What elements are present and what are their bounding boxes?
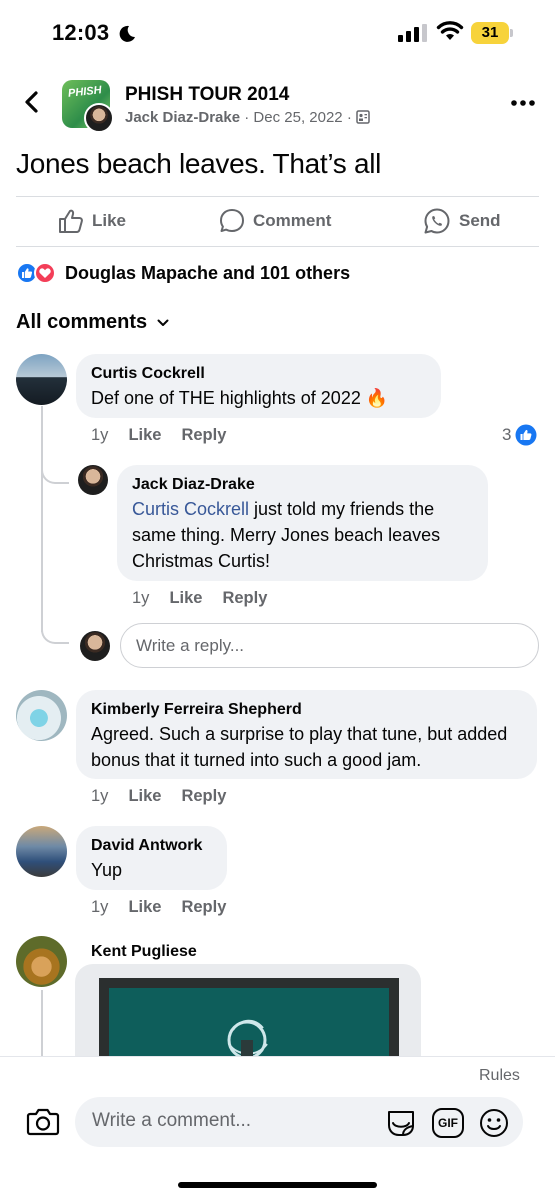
divider	[16, 246, 539, 247]
comment-actions: 1y Like Reply	[91, 426, 226, 445]
comment-sort-dropdown[interactable]: All comments	[16, 311, 169, 334]
send-label: Send	[459, 211, 501, 230]
send-whatsapp-button[interactable]: Send	[423, 206, 501, 236]
comment-icon	[220, 209, 244, 232]
more-options-icon[interactable]	[510, 96, 536, 110]
camera-icon[interactable]	[26, 1106, 60, 1136]
home-indicator[interactable]	[178, 1182, 377, 1188]
comment-actions: 1y Like Reply	[132, 589, 267, 608]
reactions-text: Douglas Mapache and 101 others	[65, 262, 351, 283]
like-button[interactable]: Like	[58, 206, 126, 236]
group-avatar-label: PHISH	[67, 84, 103, 100]
post-text: Jones beach leaves. That’s all	[16, 148, 382, 179]
reply-input[interactable]: Write a reply...	[120, 623, 539, 668]
reaction-count: 3	[502, 425, 512, 444]
post-author[interactable]: Jack Diaz-Drake	[125, 109, 240, 126]
group-name[interactable]: PHISH TOUR 2014	[125, 84, 289, 106]
post-date[interactable]: Dec 25, 2022	[253, 109, 342, 126]
cellular-signal-icon	[398, 24, 427, 42]
comment-like-button[interactable]: Like	[128, 898, 161, 917]
comment-reply-button[interactable]: Reply	[181, 898, 226, 917]
divider	[16, 196, 539, 197]
status-time: 12:03	[52, 20, 110, 45]
commenter-avatar[interactable]	[78, 465, 108, 495]
comment-timestamp[interactable]: 1y	[91, 787, 108, 806]
comment-like-button[interactable]: Like	[128, 787, 161, 806]
whatsapp-icon	[424, 208, 450, 234]
thread-connector	[41, 460, 69, 484]
commenter-avatar[interactable]	[16, 936, 67, 987]
moon-icon	[119, 25, 135, 42]
comment-input-placeholder: Write a comment...	[92, 1110, 252, 1131]
thread-connector	[41, 620, 69, 644]
comment-reply-button[interactable]: Reply	[181, 426, 226, 445]
like-label: Like	[92, 211, 127, 230]
thread-line	[41, 406, 43, 632]
commenter-avatar[interactable]	[16, 354, 67, 405]
gif-button[interactable]: GIF	[432, 1108, 464, 1138]
commenter-name[interactable]: David Antwork	[91, 835, 213, 857]
comment-timestamp[interactable]: 1y	[91, 426, 108, 445]
emoji-icon[interactable]	[479, 1108, 509, 1138]
commenter-name[interactable]: Curtis Cockrell	[91, 363, 427, 385]
comment-text: Agreed. Such a surprise to play that tun…	[91, 724, 508, 770]
comment-text: Def one of THE highlights of 2022 🔥	[91, 388, 389, 408]
sticker-icon[interactable]	[385, 1108, 417, 1138]
commenter-avatar[interactable]	[16, 826, 67, 877]
comment-button[interactable]: Comment	[219, 206, 331, 236]
comment-like-button[interactable]: Like	[128, 426, 161, 445]
comment-reply-button[interactable]: Reply	[181, 787, 226, 806]
comment-bubble: Jack Diaz-Drake Curtis Cockrell just tol…	[117, 465, 488, 581]
commenter-name[interactable]: Kent Pugliese	[91, 941, 197, 963]
thumbs-up-icon	[59, 209, 83, 233]
comment-text: Curtis Cockrell just told my friends the…	[132, 499, 441, 571]
back-button[interactable]	[18, 88, 46, 116]
comment-bubble: Curtis Cockrell Def one of THE highlight…	[76, 354, 441, 418]
commenter-name[interactable]: Kimberly Ferreira Shepherd	[91, 699, 523, 721]
gif-label: GIF	[438, 1116, 458, 1130]
current-user-avatar	[80, 631, 110, 661]
mention-link[interactable]: Curtis Cockrell	[132, 499, 249, 519]
comment-sort-label: All comments	[16, 311, 148, 333]
battery-indicator: 31	[471, 22, 513, 44]
wifi-icon	[436, 21, 464, 40]
comment-actions: 1y Like Reply	[91, 787, 226, 806]
comment-timestamp[interactable]: 1y	[132, 589, 149, 608]
comment-bubble: Kimberly Ferreira Shepherd Agreed. Such …	[76, 690, 537, 779]
like-reaction-icon	[515, 424, 537, 446]
commenter-name[interactable]: Jack Diaz-Drake	[132, 474, 474, 496]
battery-percentage: 31	[481, 24, 499, 41]
love-reaction-icon	[34, 262, 56, 284]
comment-actions: 1y Like Reply	[91, 898, 226, 917]
chevron-down-icon	[157, 319, 169, 326]
reaction-icons	[16, 262, 58, 284]
reactions-summary[interactable]: Douglas Mapache and 101 others	[16, 262, 350, 284]
comment-bubble: David Antwork Yup	[76, 826, 227, 890]
comment-reply-button[interactable]: Reply	[222, 589, 267, 608]
rules-link[interactable]: Rules	[479, 1067, 520, 1085]
group-privacy-icon	[356, 110, 370, 124]
thread-line	[41, 990, 43, 1056]
poster-avatar[interactable]	[84, 103, 114, 133]
comment-text: Yup	[91, 860, 123, 880]
comment-like-button[interactable]: Like	[169, 589, 202, 608]
comment-reaction-count[interactable]: 3	[502, 424, 537, 446]
comment-timestamp[interactable]: 1y	[91, 898, 108, 917]
reply-input-placeholder: Write a reply...	[136, 635, 245, 655]
commenter-avatar[interactable]	[16, 690, 67, 741]
post-meta: Jack Diaz-Drake · Dec 25, 2022 ·	[125, 109, 370, 126]
comment-label: Comment	[253, 211, 332, 230]
